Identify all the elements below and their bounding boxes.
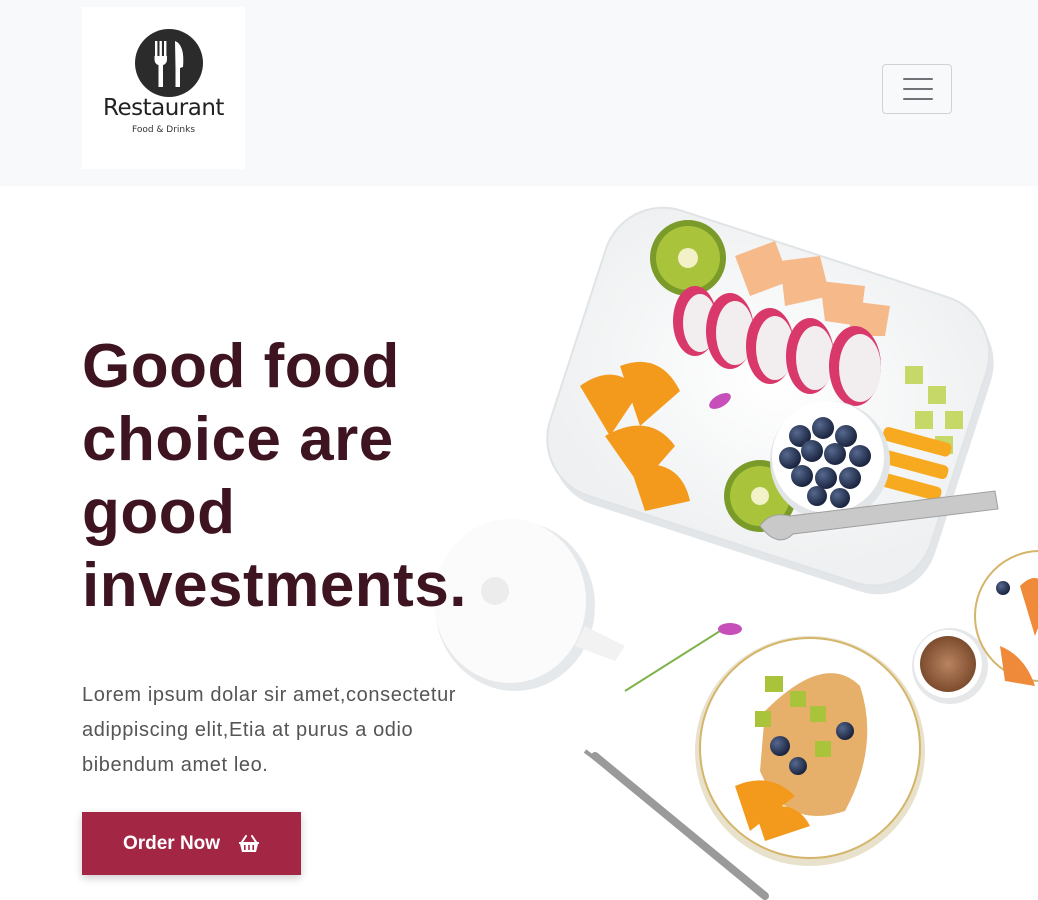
hero-lead: Lorem ipsum dolar sir amet,consectetur a… <box>82 684 457 776</box>
brand-logo[interactable]: Restaurant Food & Drinks <box>82 7 245 169</box>
order-now-label: Order Now <box>122 832 221 854</box>
menu-toggle-button[interactable] <box>882 64 952 114</box>
shopping-basket-icon <box>238 834 260 853</box>
hero-headline: Good food choice are good investments. <box>82 332 468 620</box>
brand-tagline: Food & Drinks <box>131 125 196 135</box>
brand-name: Restaurant <box>103 95 224 121</box>
hamburger-menu-icon <box>903 78 933 80</box>
order-now-button[interactable]: Order Now <box>82 812 301 875</box>
fork-knife-icon <box>135 29 203 97</box>
navbar: Restaurant Food & Drinks <box>0 0 1038 186</box>
